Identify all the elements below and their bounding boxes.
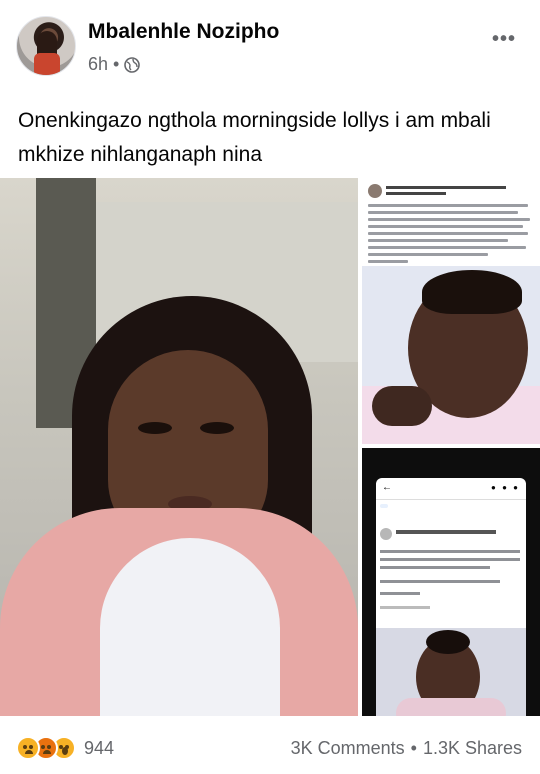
phone-tab <box>380 504 388 508</box>
photo-shirt <box>100 538 280 716</box>
photo-eye <box>200 422 234 434</box>
baby-hand <box>372 386 432 426</box>
mini-header-text <box>386 184 526 195</box>
phone-screenshot: ← ● ● ● <box>376 478 526 716</box>
reactions-summary[interactable]: 944 <box>16 736 114 760</box>
main-photo[interactable] <box>0 178 358 716</box>
post-header: Mbalenhle Nozipho 6h • ••• <box>0 0 540 90</box>
baby-hair <box>426 630 470 654</box>
phone-tabs <box>380 504 431 510</box>
author-name[interactable]: Mbalenhle Nozipho <box>88 20 279 44</box>
comments-count[interactable]: 3K Comments <box>291 738 405 759</box>
more-dots-icon[interactable]: ••• <box>492 28 516 51</box>
phone-post-line <box>380 606 430 609</box>
baby-body <box>396 698 506 716</box>
phone-topbar: ← ● ● ● <box>376 478 526 500</box>
meta-separator: • <box>113 54 120 74</box>
post-media[interactable]: ← ● ● ● <box>0 178 540 716</box>
phone-post-line <box>380 580 500 583</box>
baby-photo <box>362 266 540 444</box>
photo-eye <box>138 422 172 434</box>
bottom-right-photo[interactable]: ← ● ● ● <box>362 448 540 716</box>
phone-post-line <box>380 592 420 595</box>
post-stats: 3K Comments • 1.3K Shares <box>291 738 522 759</box>
post-text: Onenkingazo ngthola morningside lollys i… <box>18 109 491 166</box>
baby-photo-2 <box>376 628 526 716</box>
reaction-count[interactable]: 944 <box>84 738 114 759</box>
phone-post-line <box>380 566 490 569</box>
phone-tab <box>415 504 423 508</box>
post-footer: 944 3K Comments • 1.3K Shares <box>0 726 540 770</box>
stats-separator: • <box>410 738 417 758</box>
back-arrow-icon: ← <box>382 482 392 493</box>
mini-avatar <box>368 184 382 198</box>
phone-icons: ● ● ● <box>491 483 520 492</box>
post-time[interactable]: 6h <box>88 54 108 75</box>
author-avatar[interactable] <box>16 16 76 76</box>
avatar-dress <box>34 53 60 75</box>
mini-post-text <box>368 204 534 267</box>
phone-post-avatar <box>380 528 392 540</box>
globe-icon[interactable] <box>124 56 141 73</box>
sad-reaction-icon <box>16 736 40 760</box>
phone-tab <box>397 504 405 508</box>
shares-count[interactable]: 1.3K Shares <box>423 738 522 759</box>
baby-hair <box>422 270 522 314</box>
mini-post-header <box>368 182 534 204</box>
top-right-photo[interactable] <box>362 178 540 444</box>
post-meta: 6h • <box>88 54 141 75</box>
phone-post-line <box>380 558 520 561</box>
phone-post-line <box>380 550 520 553</box>
phone-post-name <box>396 530 496 534</box>
